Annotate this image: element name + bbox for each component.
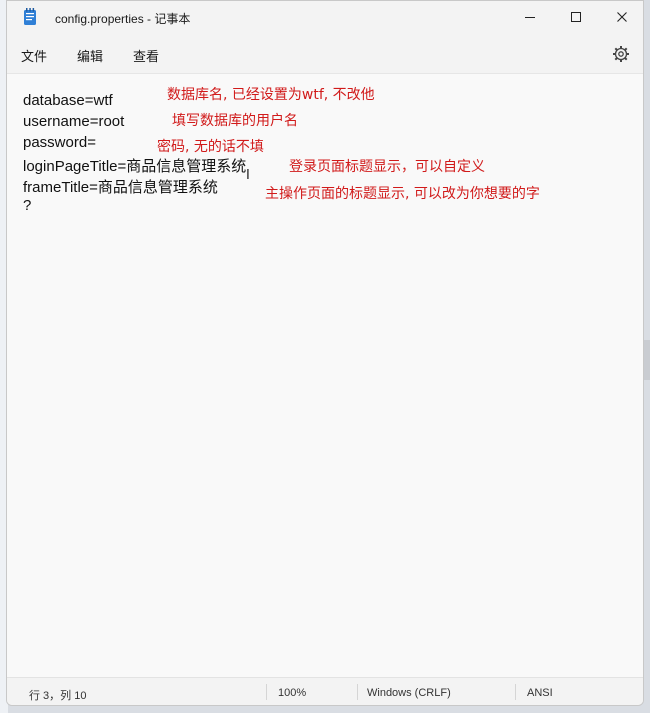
encoding: ANSI [527, 687, 553, 699]
menu-bar: 文件 编辑 查看 [7, 37, 643, 73]
annotation-password: 密码, 无的话不填 [157, 139, 264, 155]
annotation-login-title: 登录页面标题显示，可以自定义 [289, 159, 485, 175]
maximize-button[interactable] [553, 1, 599, 33]
status-bar: 行 3，列 10 100% Windows (CRLF) ANSI [7, 677, 643, 705]
annotation-username: 填写数据库的用户名 [172, 113, 298, 129]
close-icon [617, 12, 627, 22]
cursor-position: 行 3，列 10 [29, 690, 87, 702]
text-cursor-icon: I [246, 168, 250, 183]
text-line: password= [23, 134, 96, 151]
settings-gear-icon[interactable] [612, 45, 630, 63]
status-divider [515, 684, 516, 700]
notepad-window: config.properties - 记事本 文件 编辑 查看 databas… [6, 0, 644, 706]
menu-view[interactable]: 查看 [129, 46, 163, 65]
notepad-icon [24, 8, 36, 25]
text-editor[interactable]: database=wtf username=root password= log… [7, 73, 643, 678]
maximize-icon [571, 12, 581, 22]
text-line: ? [23, 197, 32, 214]
line-ending: Windows (CRLF) [367, 687, 451, 699]
close-button[interactable] [599, 1, 643, 33]
title-bar[interactable]: config.properties - 记事本 [7, 1, 643, 37]
menu-edit[interactable]: 编辑 [73, 46, 107, 65]
text-line: username=root [23, 113, 125, 130]
minimize-icon [525, 17, 535, 18]
text-line: frameTitle=商品信息管理系统 [23, 179, 218, 196]
text-line: loginPageTitle=商品信息管理系统 [23, 158, 247, 175]
minimize-button[interactable] [507, 1, 553, 33]
status-divider [357, 684, 358, 700]
annotation-database: 数据库名, 已经设置为wtf, 不改他 [167, 87, 375, 103]
text-line: database=wtf [23, 92, 113, 109]
status-divider [266, 684, 267, 700]
zoom-level: 100% [278, 687, 307, 699]
menu-file[interactable]: 文件 [17, 46, 51, 65]
annotation-frame-title: 主操作页面的标题显示, 可以改为你想要的字 [265, 186, 540, 202]
window-title: config.properties - 记事本 [55, 12, 191, 26]
